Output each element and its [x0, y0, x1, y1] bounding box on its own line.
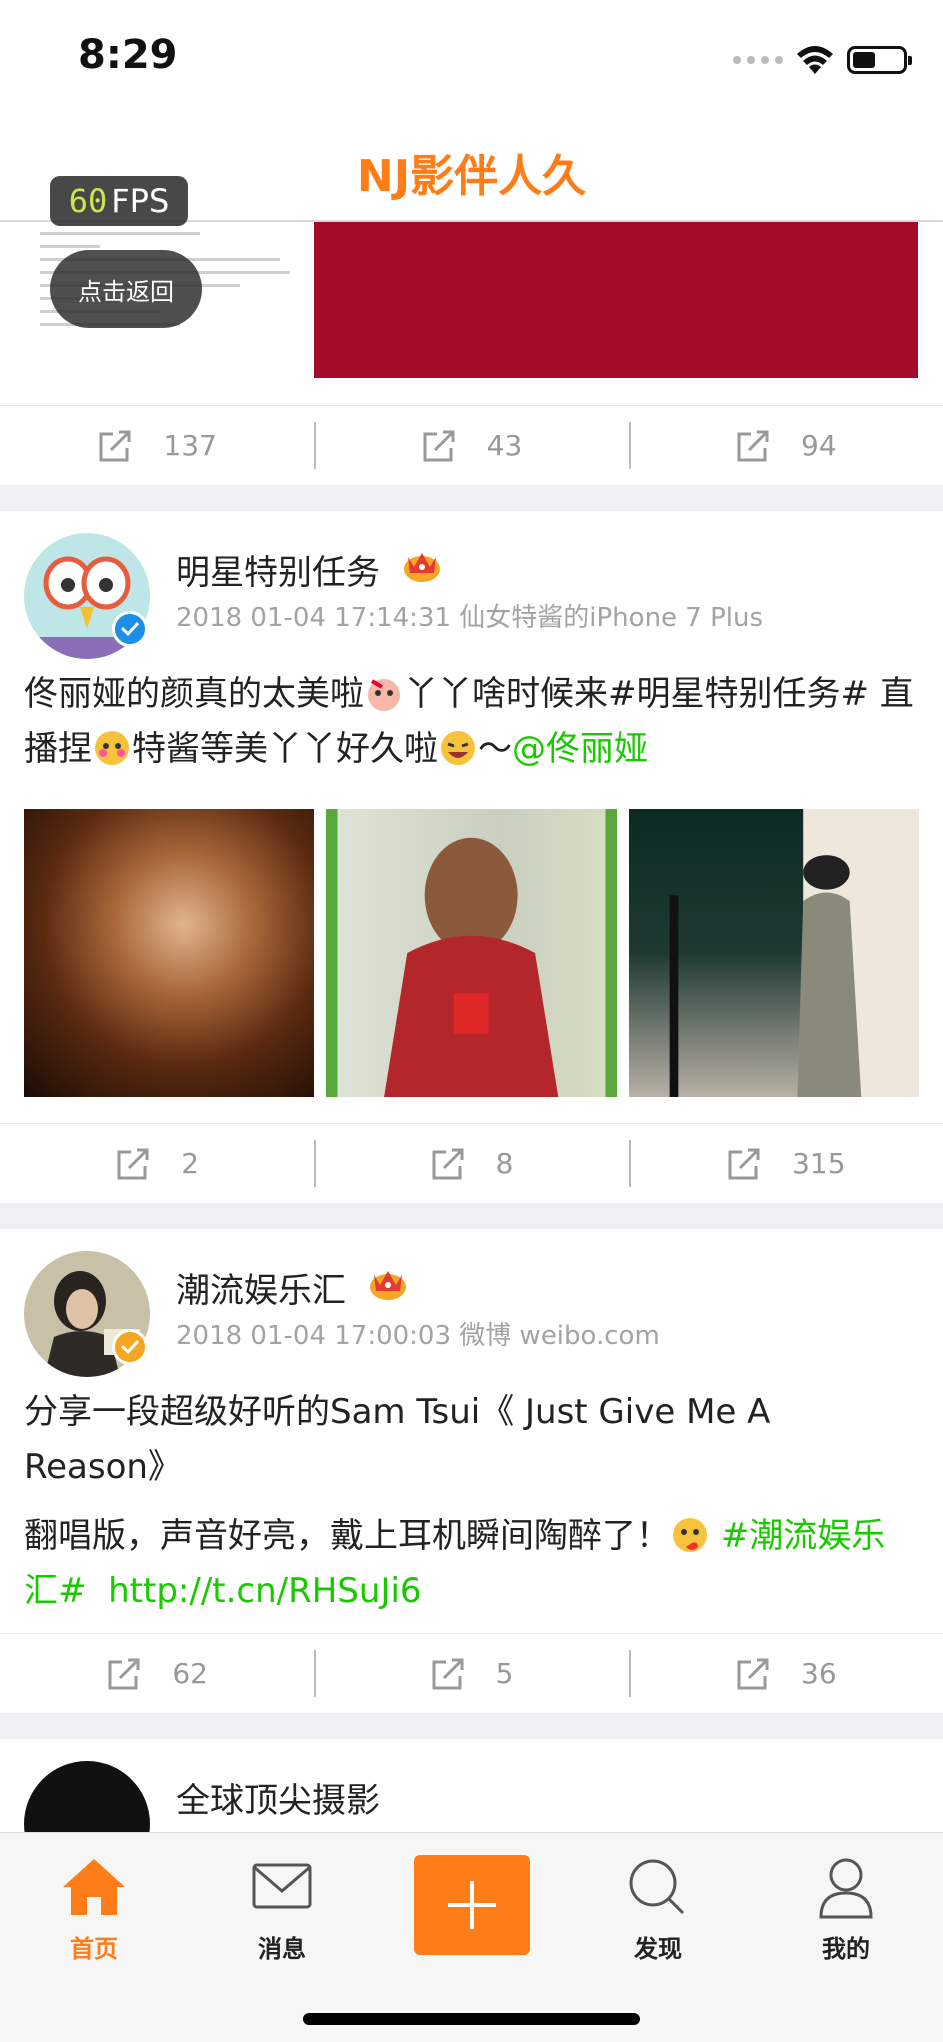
post-text: 分享一段超级好听的Sam Tsui《 Just Give Me A Reason…	[0, 1363, 943, 1619]
status-indicators	[733, 40, 912, 80]
text-segment: 特酱等美丫丫好久啦	[132, 729, 438, 769]
status-bar: 8:29	[0, 0, 943, 110]
post-action-bar: 62 5 36	[0, 1633, 943, 1713]
emoji-icon	[441, 731, 475, 765]
text-segment: ～	[478, 729, 512, 769]
like-button[interactable]: 315	[628, 1124, 943, 1203]
action-count: 5	[495, 1657, 514, 1690]
wifi-icon	[797, 46, 833, 74]
text-segment: 佟丽娅的颜真的太美啦	[24, 674, 364, 714]
fps-value: 60	[68, 182, 108, 220]
url-link[interactable]: http://t.cn/RHSuJi6	[108, 1571, 421, 1611]
mail-icon	[252, 1863, 312, 1909]
share-icon	[99, 430, 131, 461]
person-icon	[819, 1858, 873, 1919]
comment-button[interactable]: 8	[314, 1124, 628, 1203]
action-count: 94	[801, 429, 837, 462]
card-separator	[0, 1713, 943, 1739]
fps-counter: 60 FPS	[50, 176, 188, 226]
plus-icon	[448, 1881, 496, 1929]
action-count: 43	[486, 429, 523, 462]
share-icon	[737, 430, 769, 461]
tab-label: 首页	[70, 1935, 118, 1963]
post-images	[0, 791, 943, 1123]
tab-home[interactable]: 首页	[34, 1855, 154, 1964]
username[interactable]: 潮流娱乐汇	[176, 1263, 346, 1312]
username[interactable]: 全球顶尖摄影	[176, 1773, 380, 1822]
home-indicator	[303, 2013, 640, 2025]
share-icon	[432, 1658, 464, 1689]
comment-button[interactable]: 43	[314, 406, 628, 485]
home-icon	[63, 1859, 125, 1915]
like-button[interactable]: 94	[628, 406, 943, 485]
post-image[interactable]	[628, 809, 919, 1097]
share-icon	[728, 1148, 760, 1179]
action-count: 36	[801, 1657, 837, 1690]
post-paragraph: 翻唱版，声音好亮，戴上耳机瞬间陶醉了！ #潮流娱乐汇# http://t.cn/…	[24, 1509, 919, 1619]
share-icon	[423, 430, 455, 461]
search-icon	[629, 1859, 685, 1915]
crown-icon	[370, 1271, 406, 1300]
share-icon	[432, 1148, 464, 1179]
tab-discover[interactable]: 发现	[598, 1855, 718, 1964]
card-separator	[0, 1203, 943, 1229]
share-icon	[108, 1658, 140, 1689]
cellular-signal-icon	[733, 56, 783, 64]
post-image[interactable]	[314, 222, 918, 378]
post-header: 潮流娱乐汇 2018 01-04 17:00:03 微博 weibo.com	[0, 1229, 943, 1377]
photo-subject	[384, 837, 559, 1097]
photo-subject	[669, 809, 919, 1097]
action-count: 2	[181, 1147, 200, 1180]
tab-bar: 首页 消息 发现 我的	[0, 1832, 943, 2042]
feed-list[interactable]: 137 43 94 明星特别任务 2018 01-04 17:14:31 仙女特…	[0, 222, 943, 1887]
post-image[interactable]	[24, 809, 315, 1097]
emoji-icon	[368, 679, 400, 711]
repost-button[interactable]: 2	[0, 1124, 314, 1203]
post-card[interactable]: 明星特别任务 2018 01-04 17:14:31 仙女特酱的iPhone 7…	[0, 511, 943, 1203]
compose-button[interactable]	[414, 1855, 530, 1955]
verified-badge	[112, 611, 148, 647]
post-meta: 2018 01-04 17:00:03 微博 weibo.com	[176, 1321, 660, 1351]
post-paragraph: 佟丽娅的颜真的太美啦 丫丫啥时候来#明星特别任务# 直播捏 特酱等美丫丫好久啦 ～@佟…	[24, 667, 919, 777]
share-icon	[737, 1658, 769, 1689]
post-meta: 2018 01-04 17:14:31 仙女特酱的iPhone 7 Plus	[176, 603, 764, 633]
post-image[interactable]	[326, 809, 617, 1097]
card-separator	[0, 485, 943, 511]
tab-label: 我的	[822, 1935, 870, 1963]
share-icon	[117, 1148, 149, 1179]
tab-profile[interactable]: 我的	[786, 1855, 906, 1964]
repost-button[interactable]: 62	[0, 1634, 314, 1713]
action-count: 8	[495, 1147, 514, 1180]
post-action-bar: 137 43 94	[0, 405, 943, 485]
crown-icon	[404, 553, 440, 582]
comment-button[interactable]: 5	[314, 1634, 628, 1713]
action-count: 137	[163, 429, 217, 462]
post-action-bar: 2 8 315	[0, 1123, 943, 1203]
text-segment: 翻唱版，声音好亮，戴上耳机瞬间陶醉了！	[24, 1516, 670, 1556]
status-time: 8:29	[78, 32, 178, 78]
battery-icon	[847, 46, 912, 74]
tab-messages[interactable]: 消息	[222, 1855, 342, 1964]
emoji-icon	[95, 731, 129, 765]
post-paragraph: 分享一段超级好听的Sam Tsui《 Just Give Me A Reason…	[24, 1392, 771, 1487]
post-header: 明星特别任务 2018 01-04 17:14:31 仙女特酱的iPhone 7…	[0, 511, 943, 659]
tab-label: 消息	[258, 1935, 306, 1963]
check-icon	[121, 1340, 139, 1354]
like-button[interactable]: 36	[628, 1634, 943, 1713]
action-count: 62	[172, 1657, 208, 1690]
tab-label: 发现	[634, 1935, 682, 1963]
post-card[interactable]: 潮流娱乐汇 2018 01-04 17:00:03 微博 weibo.com 分…	[0, 1229, 943, 1713]
verified-badge	[112, 1329, 148, 1365]
mention-link[interactable]: @佟丽娅	[512, 729, 648, 769]
fps-unit: FPS	[111, 182, 170, 220]
post-text: 佟丽娅的颜真的太美啦 丫丫啥时候来#明星特别任务# 直播捏 特酱等美丫丫好久啦 ～@佟…	[0, 645, 943, 777]
repost-button[interactable]: 137	[0, 406, 314, 485]
action-count: 315	[792, 1147, 846, 1180]
back-button[interactable]: 点击返回	[50, 250, 202, 328]
emoji-icon	[673, 1518, 707, 1552]
username[interactable]: 明星特别任务	[176, 545, 380, 594]
check-icon	[121, 622, 139, 636]
